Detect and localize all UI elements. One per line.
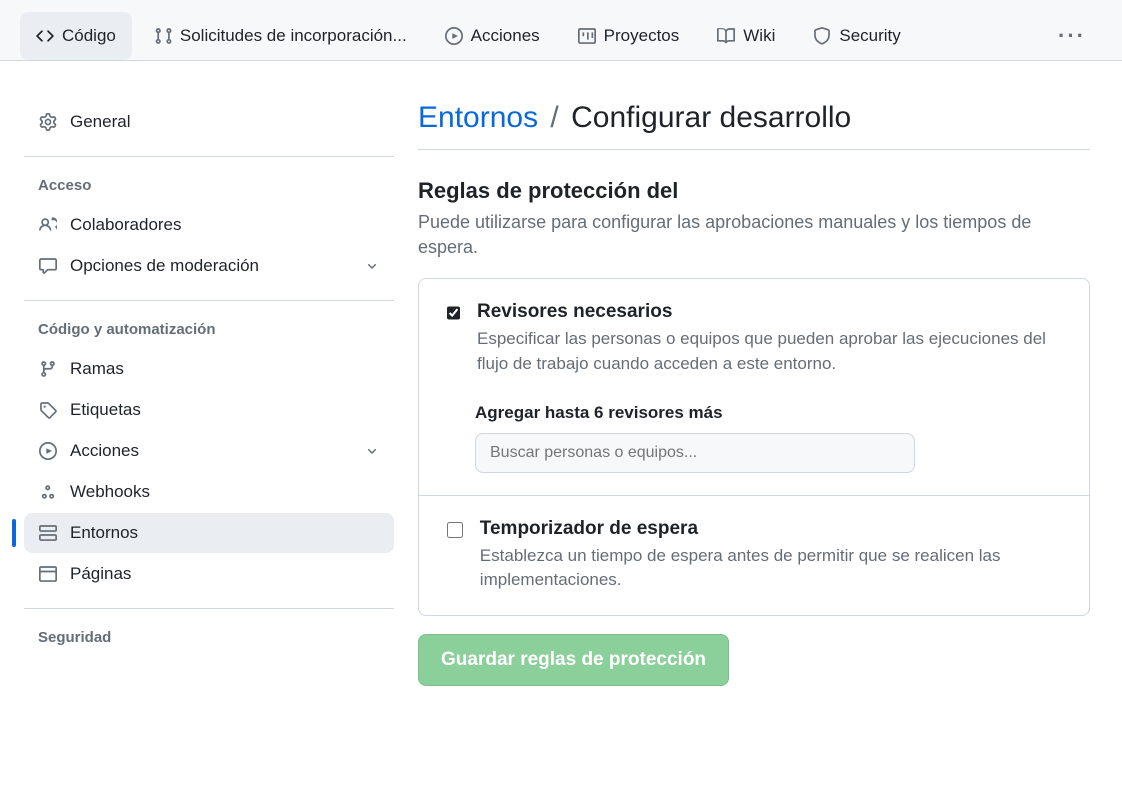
sidebar-item-pages[interactable]: Páginas <box>24 554 394 594</box>
sidebar-item-label: Etiquetas <box>70 400 141 420</box>
tab-projects-label: Proyectos <box>604 26 680 46</box>
overflow-menu[interactable]: ··· <box>1042 13 1102 59</box>
tab-pulls[interactable]: Solicitudes de incorporación... <box>138 12 423 60</box>
wait-timer-checkbox[interactable] <box>447 521 463 539</box>
tab-security-label: Security <box>839 26 900 46</box>
required-reviewers-desc: Especificar las personas o equipos que p… <box>477 327 1065 376</box>
sidebar-item-tags[interactable]: Etiquetas <box>24 390 394 430</box>
section-title: Reglas de protección del <box>418 178 1090 204</box>
sidebar-item-label: General <box>70 112 130 132</box>
tab-wiki[interactable]: Wiki <box>701 12 791 60</box>
breadcrumb-parent[interactable]: Entornos <box>418 101 538 134</box>
sidebar-item-label: Páginas <box>70 564 131 584</box>
sidebar-item-actions[interactable]: Acciones <box>24 431 394 471</box>
reviewer-search-input[interactable] <box>475 433 915 473</box>
required-reviewers-title: Revisores necesarios <box>477 301 1065 323</box>
main-content: Entornos / Configurar desarrollo Reglas … <box>418 101 1098 686</box>
breadcrumb-current: Configurar desarrollo <box>571 101 851 134</box>
save-protection-rules-button[interactable]: Guardar reglas de protección <box>418 634 729 686</box>
tag-icon <box>38 400 58 420</box>
divider <box>24 156 394 157</box>
pull-request-icon <box>154 27 172 45</box>
sidebar-item-label: Ramas <box>70 359 124 379</box>
breadcrumb: Entornos / Configurar desarrollo <box>418 101 1090 150</box>
kebab-icon: ··· <box>1058 23 1086 48</box>
sidebar-item-label: Acciones <box>70 441 139 461</box>
sidebar-item-moderation[interactable]: Opciones de moderación <box>24 246 394 286</box>
book-icon <box>717 27 735 45</box>
browser-icon <box>38 564 58 584</box>
sidebar-item-label: Entornos <box>70 523 138 543</box>
branch-icon <box>38 359 58 379</box>
row-wait-timer: Temporizador de espera Establezca un tie… <box>419 496 1089 615</box>
project-icon <box>578 27 596 45</box>
chevron-down-icon <box>364 443 380 459</box>
sidebar-heading-access: Acceso <box>24 171 394 204</box>
repo-nav: Código Solicitudes de incorporación... A… <box>0 0 1122 61</box>
tab-security[interactable]: Security <box>797 12 916 60</box>
comment-icon <box>38 256 58 276</box>
settings-sidebar: General Acceso Colaboradores Opciones de… <box>24 101 394 686</box>
wait-timer-title: Temporizador de espera <box>480 518 1065 540</box>
sidebar-heading-code: Código y automatización <box>24 315 394 348</box>
add-reviewers-label: Agregar hasta 6 revisores más <box>475 403 1065 423</box>
tab-projects[interactable]: Proyectos <box>562 12 696 60</box>
sidebar-item-environments[interactable]: Entornos <box>24 513 394 553</box>
divider <box>24 608 394 609</box>
tab-pulls-label: Solicitudes de incorporación... <box>180 26 407 46</box>
tab-actions-label: Acciones <box>471 26 540 46</box>
protection-rules-box: Revisores necesarios Especificar las per… <box>418 278 1090 616</box>
chevron-down-icon <box>364 258 380 274</box>
tab-wiki-label: Wiki <box>743 26 775 46</box>
webhook-icon <box>38 482 58 502</box>
required-reviewers-checkbox[interactable] <box>447 304 460 322</box>
sidebar-item-label: Webhooks <box>70 482 150 502</box>
shield-icon <box>813 27 831 45</box>
tab-code-label: Código <box>62 26 116 46</box>
row-required-reviewers: Revisores necesarios Especificar las per… <box>419 279 1089 495</box>
sidebar-item-webhooks[interactable]: Webhooks <box>24 472 394 512</box>
server-icon <box>38 523 58 543</box>
sidebar-item-collaborators[interactable]: Colaboradores <box>24 205 394 245</box>
sidebar-item-branches[interactable]: Ramas <box>24 349 394 389</box>
breadcrumb-separator: / <box>550 101 558 134</box>
sidebar-heading-security: Seguridad <box>24 623 394 656</box>
tab-code[interactable]: Código <box>20 12 132 60</box>
play-circle-icon <box>445 27 463 45</box>
sidebar-item-label: Opciones de moderación <box>70 256 259 276</box>
divider <box>24 300 394 301</box>
wait-timer-desc: Establezca un tiempo de espera antes de … <box>480 544 1065 593</box>
section-desc: Puede utilizarse para configurar las apr… <box>418 210 1090 260</box>
gear-icon <box>38 112 58 132</box>
play-circle-icon <box>38 441 58 461</box>
code-icon <box>36 27 54 45</box>
sidebar-item-label: Colaboradores <box>70 215 182 235</box>
people-icon <box>38 215 58 235</box>
sidebar-item-general[interactable]: General <box>24 102 394 142</box>
tab-actions[interactable]: Acciones <box>429 12 556 60</box>
